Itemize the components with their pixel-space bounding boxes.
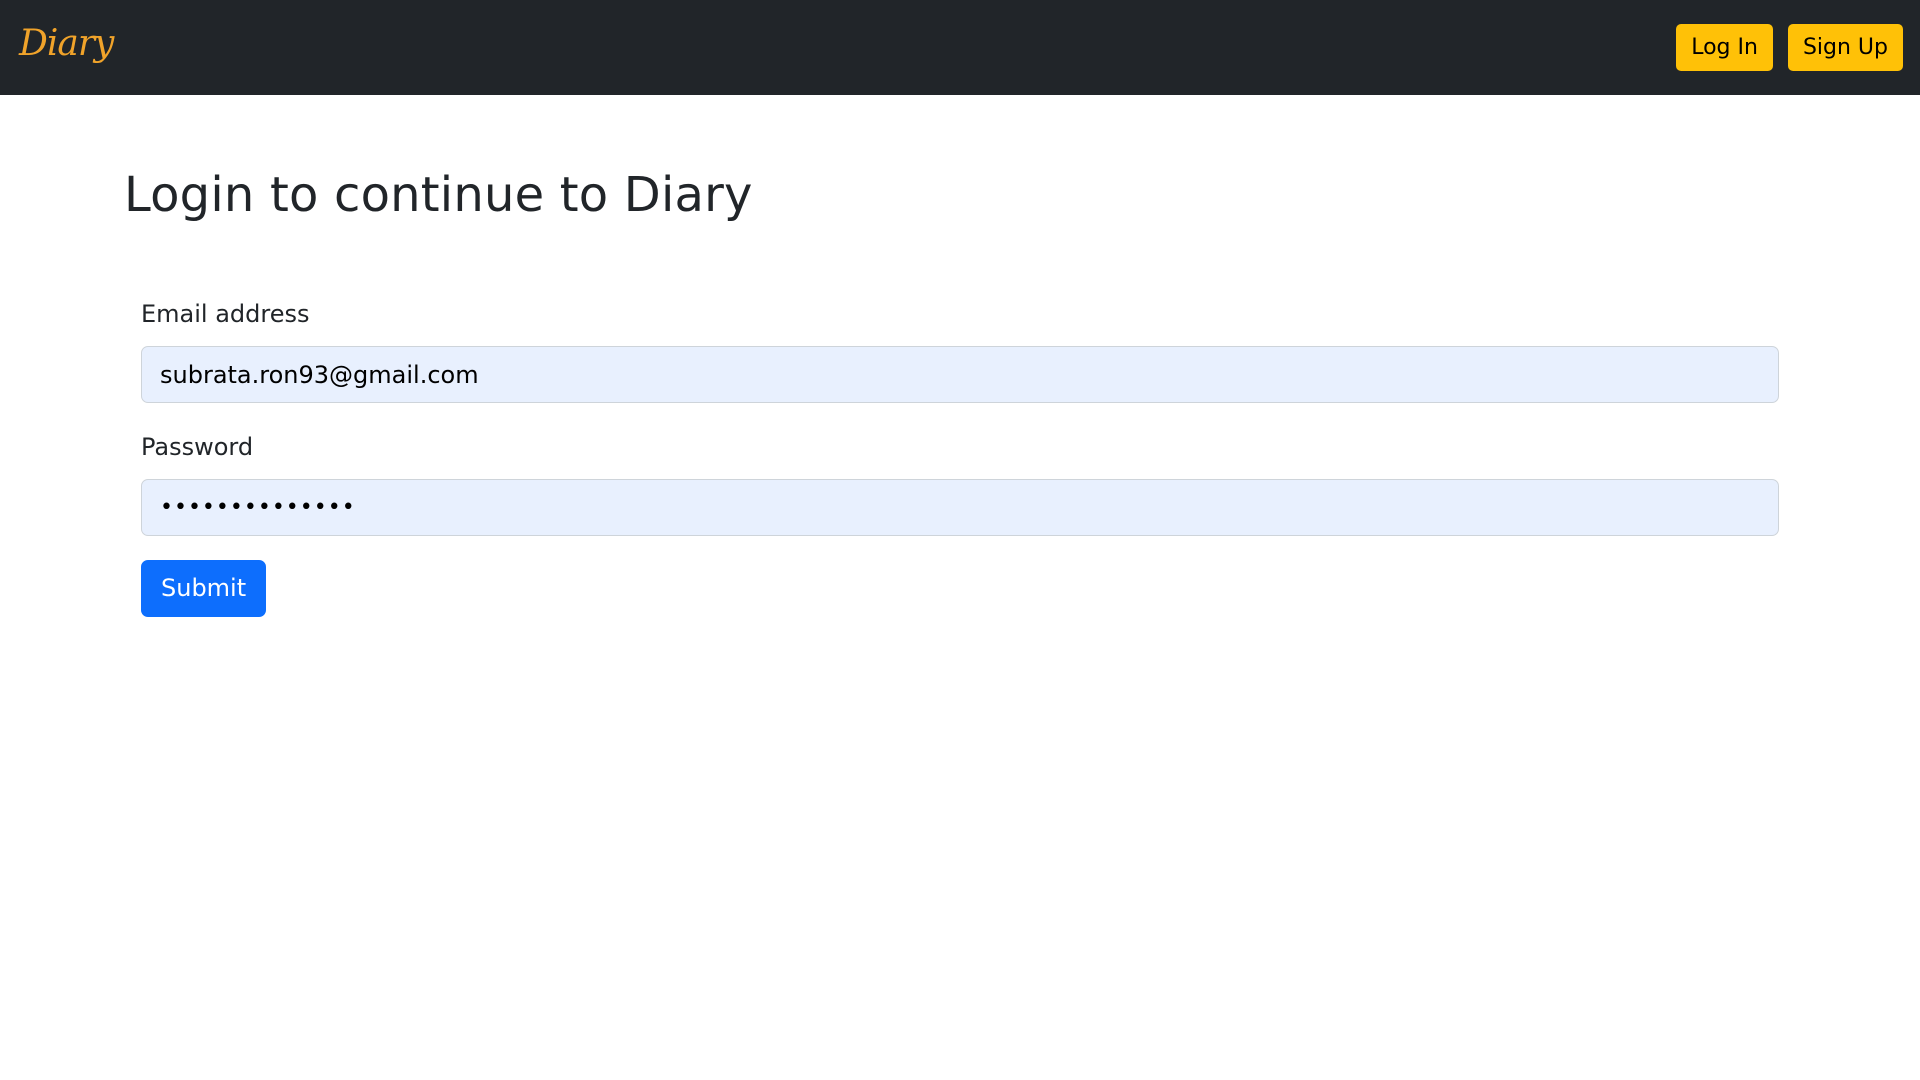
navbar: Diary Log In Sign Up (0, 0, 1920, 95)
submit-button[interactable]: Submit (141, 560, 267, 617)
password-group: Password (141, 425, 1779, 536)
page-title: Login to continue to Diary (124, 167, 753, 223)
login-button[interactable]: Log In (1676, 24, 1773, 71)
password-label: Password (141, 433, 254, 461)
password-input[interactable] (141, 479, 1779, 536)
login-form: Email address Password Submit (141, 292, 1779, 617)
nav-actions: Log In Sign Up (1676, 24, 1903, 71)
brand-logo[interactable]: Diary (19, 12, 114, 76)
email-input[interactable] (141, 346, 1779, 403)
signup-button[interactable]: Sign Up (1787, 24, 1903, 71)
email-label: Email address (141, 300, 310, 328)
email-group: Email address (141, 292, 1779, 403)
